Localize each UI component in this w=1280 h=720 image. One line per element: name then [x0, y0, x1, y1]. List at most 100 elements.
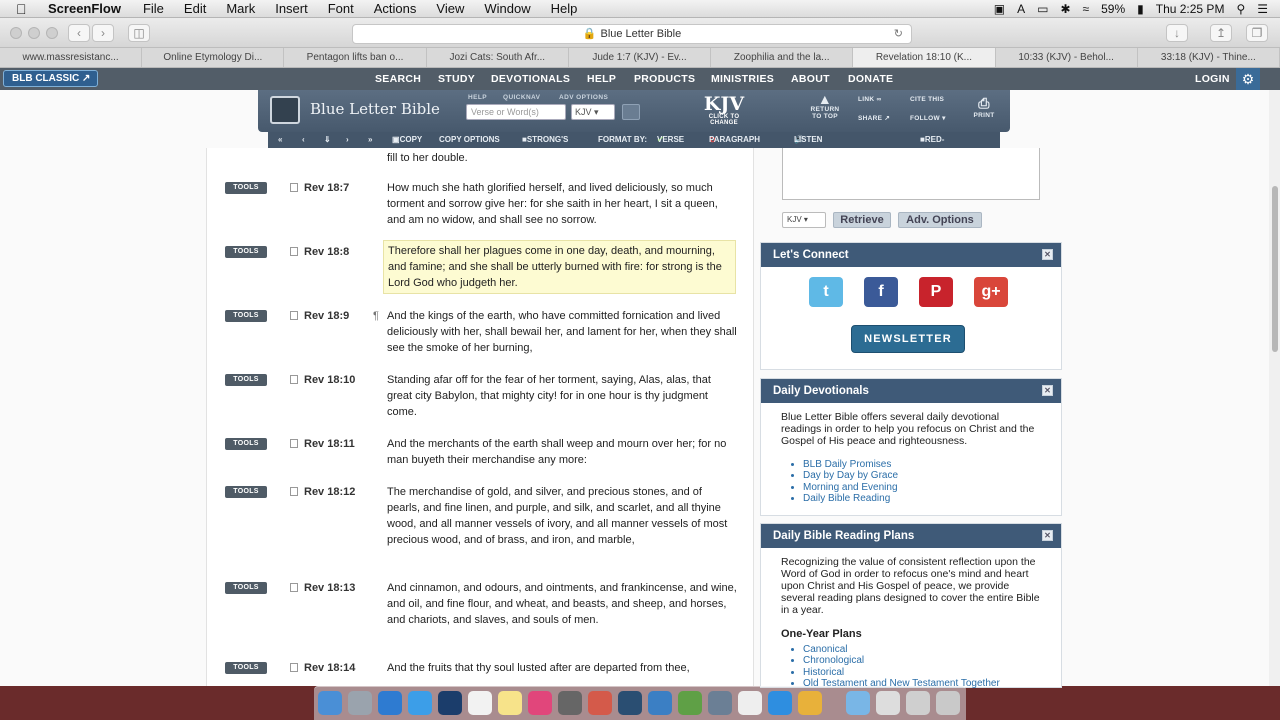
- verse-ref[interactable]: Rev 18:8: [304, 246, 349, 258]
- messages-icon[interactable]: [768, 691, 792, 715]
- downloads-icon[interactable]: ↓: [1166, 24, 1188, 42]
- menu-insert[interactable]: Insert: [275, 1, 308, 16]
- browser-tab[interactable]: 33:18 (KJV) - Thine...: [1138, 48, 1280, 67]
- verse-ref[interactable]: Rev 18:13: [304, 582, 355, 594]
- tools-button[interactable]: TOOLS: [225, 582, 267, 594]
- itunes-icon[interactable]: [528, 691, 552, 715]
- login-link[interactable]: LOGIN: [1195, 68, 1230, 90]
- pinterest-icon[interactable]: P: [919, 277, 953, 307]
- bookmark-icon[interactable]: [290, 311, 298, 320]
- clock[interactable]: Thu 2:25 PM: [1156, 2, 1225, 16]
- listen-button[interactable]: LISTEN TO THE BIBLE 🔊: [794, 132, 822, 192]
- finder-icon[interactable]: [318, 691, 342, 715]
- app-store-icon[interactable]: [648, 691, 672, 715]
- tools-button[interactable]: TOOLS: [225, 662, 267, 674]
- verse-ref[interactable]: Rev 18:10: [304, 374, 355, 386]
- bluetooth-icon[interactable]: ✱: [1060, 2, 1070, 16]
- notes-icon[interactable]: [498, 691, 522, 715]
- nav-about[interactable]: ABOUT: [791, 68, 830, 90]
- xcode-icon[interactable]: [378, 691, 402, 715]
- tools-button[interactable]: TOOLS: [225, 182, 267, 194]
- google-plus-icon[interactable]: g+: [974, 277, 1008, 307]
- address-bar[interactable]: 🔒 Blue Letter Bible ↻: [352, 24, 912, 44]
- return-to-top[interactable]: ▲ RETURN TO TOP: [810, 92, 840, 120]
- reload-icon[interactable]: ↻: [894, 25, 903, 43]
- browser-tab[interactable]: Jozi Cats: South Afr...: [427, 48, 569, 67]
- cite-this-button[interactable]: CITE THIS: [910, 96, 944, 103]
- bookmark-icon[interactable]: [290, 663, 298, 672]
- minimize-window-button[interactable]: [28, 27, 40, 39]
- menu-file[interactable]: File: [143, 1, 164, 16]
- downloads-folder-icon[interactable]: [846, 691, 870, 715]
- adobe-icon[interactable]: A: [1017, 2, 1025, 16]
- verse-ref[interactable]: Rev 18:9: [304, 310, 349, 322]
- share-icon[interactable]: ↥: [1210, 24, 1232, 42]
- notification-icon[interactable]: ☰: [1257, 2, 1268, 16]
- tools-button[interactable]: TOOLS: [225, 310, 267, 322]
- browser-tab[interactable]: Online Etymology Di...: [142, 48, 285, 67]
- close-icon[interactable]: ✕: [1042, 385, 1053, 396]
- nav-ministries[interactable]: MINISTRIES: [711, 68, 774, 90]
- forward-button[interactable]: ›: [92, 24, 114, 42]
- retrieve-button[interactable]: Retrieve: [833, 212, 891, 228]
- blb-logo-icon[interactable]: [270, 96, 300, 124]
- trash-icon[interactable]: [936, 691, 960, 715]
- blb-classic-button[interactable]: BLB CLASSIC ↗: [3, 70, 98, 87]
- system-prefs-icon[interactable]: [558, 691, 582, 715]
- app-name[interactable]: ScreenFlow: [48, 1, 121, 16]
- launchpad-icon[interactable]: [348, 691, 372, 715]
- first-chapter-icon[interactable]: «: [278, 132, 282, 148]
- browser-tab[interactable]: Zoophilia and the la...: [711, 48, 854, 67]
- document-icon[interactable]: [876, 691, 900, 715]
- menu-view[interactable]: View: [436, 1, 464, 16]
- nav-donate[interactable]: DONATE: [848, 68, 893, 90]
- print-button[interactable]: ⎙ PRINT: [970, 94, 998, 119]
- verse-ref[interactable]: Rev 18:14: [304, 662, 355, 674]
- bookmark-icon[interactable]: [290, 583, 298, 592]
- help-label[interactable]: HELP: [468, 94, 487, 101]
- facebook-icon[interactable]: f: [864, 277, 898, 307]
- tools-button[interactable]: TOOLS: [225, 246, 267, 258]
- last-chapter-icon[interactable]: »: [368, 132, 372, 148]
- verse-ref[interactable]: Rev 18:12: [304, 486, 355, 498]
- browser-tab[interactable]: 10:33 (KJV) - Behol...: [996, 48, 1138, 67]
- bookmark-icon[interactable]: [290, 487, 298, 496]
- prev-chapter-icon[interactable]: ‹: [302, 132, 305, 148]
- verse-search-input[interactable]: Verse or Word(s): [466, 104, 566, 120]
- browser-tab[interactable]: Jude 1:7 (KJV) - Ev...: [569, 48, 712, 67]
- chapter-down-icon[interactable]: ⇓: [324, 132, 331, 148]
- nav-search[interactable]: SEARCH: [375, 68, 421, 90]
- version-switcher[interactable]: KJV CLICK TO CHANGE: [698, 94, 750, 126]
- blb-logo-text[interactable]: Blue Letter Bible: [310, 100, 440, 118]
- link-button[interactable]: LINK ∞: [858, 96, 881, 103]
- photoshop-icon[interactable]: [438, 691, 462, 715]
- screenflow-icon[interactable]: [618, 691, 642, 715]
- menu-window[interactable]: Window: [484, 1, 530, 16]
- close-window-button[interactable]: [10, 27, 22, 39]
- verse-ref[interactable]: Rev 18:11: [304, 438, 355, 450]
- menu-font[interactable]: Font: [328, 1, 354, 16]
- stack-icon[interactable]: [906, 691, 930, 715]
- bookmark-icon[interactable]: [290, 375, 298, 384]
- terminal-icon[interactable]: [678, 691, 702, 715]
- red-letter-toggle[interactable]: ■ RED-LETTER: [920, 132, 956, 160]
- sidebar-toggle-icon[interactable]: ◫: [128, 24, 150, 42]
- devotional-link[interactable]: Daily Bible Reading: [803, 493, 1041, 504]
- page-scrollbar[interactable]: [1269, 90, 1280, 686]
- devotional-link[interactable]: BLB Daily Promises: [803, 459, 1041, 470]
- bookmark-icon[interactable]: [290, 183, 298, 192]
- browser-tab[interactable]: Pentagon lifts ban o...: [284, 48, 427, 67]
- version-select[interactable]: KJV ▾: [571, 104, 615, 120]
- devotional-link[interactable]: Morning and Evening: [803, 482, 1041, 493]
- scrollbar-thumb[interactable]: [1272, 186, 1278, 352]
- nav-study[interactable]: STUDY: [438, 68, 475, 90]
- tools-button[interactable]: TOOLS: [225, 486, 267, 498]
- devotional-link[interactable]: Day by Day by Grace: [803, 470, 1041, 481]
- nav-help[interactable]: HELP: [587, 68, 616, 90]
- next-chapter-icon[interactable]: ›: [346, 132, 349, 148]
- reading-plan-link[interactable]: Canonical: [803, 644, 1041, 655]
- verse-ref[interactable]: Rev 18:7: [304, 182, 349, 194]
- textedit-icon[interactable]: [738, 691, 762, 715]
- follow-button[interactable]: FOLLOW ▾: [910, 114, 946, 122]
- close-icon[interactable]: ✕: [1042, 249, 1053, 260]
